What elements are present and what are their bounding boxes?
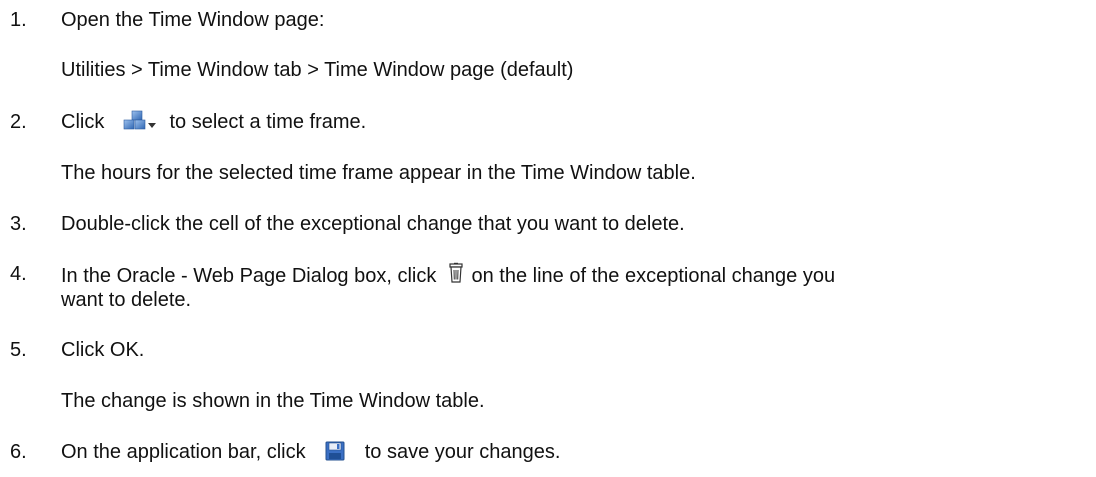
step-text-pre: Click (61, 111, 105, 133)
step-text-post: on the line of the exceptional change yo… (471, 265, 836, 287)
step-detail: The hours for the selected time frame ap… (61, 162, 696, 184)
step-text-pre: In the Oracle - Web Page Dialog box, cli… (61, 265, 437, 287)
trash-icon[interactable] (448, 262, 464, 290)
step-text: Open the Time Window page: (61, 9, 325, 31)
step-text: Click to select a time frame. (61, 110, 366, 138)
step-number: 3. (10, 213, 27, 235)
step-number: 4. (10, 263, 27, 285)
step-detail: Utilities > Time Window tab > Time Windo… (61, 59, 574, 81)
step-text: In the Oracle - Web Page Dialog box, cli… (61, 262, 835, 290)
step-number: 2. (10, 111, 27, 133)
step-text: Double-click the cell of the exceptional… (61, 213, 685, 235)
step-number: 6. (10, 441, 27, 463)
step-number: 1. (10, 9, 27, 31)
step-detail: The change is shown in the Time Window t… (61, 390, 485, 412)
step-number: 5. (10, 339, 27, 361)
step-text: Click OK. (61, 339, 145, 361)
step-text-continued: want to delete. (61, 289, 192, 311)
save-icon[interactable] (325, 441, 345, 467)
step-text-pre: On the application bar, click (61, 441, 306, 463)
time-frame-selector-icon[interactable] (122, 110, 158, 138)
step-text-post: to select a time frame. (169, 111, 367, 133)
step-text: On the application bar, click to save yo… (61, 440, 560, 467)
step-text-post: to save your changes. (364, 441, 561, 463)
